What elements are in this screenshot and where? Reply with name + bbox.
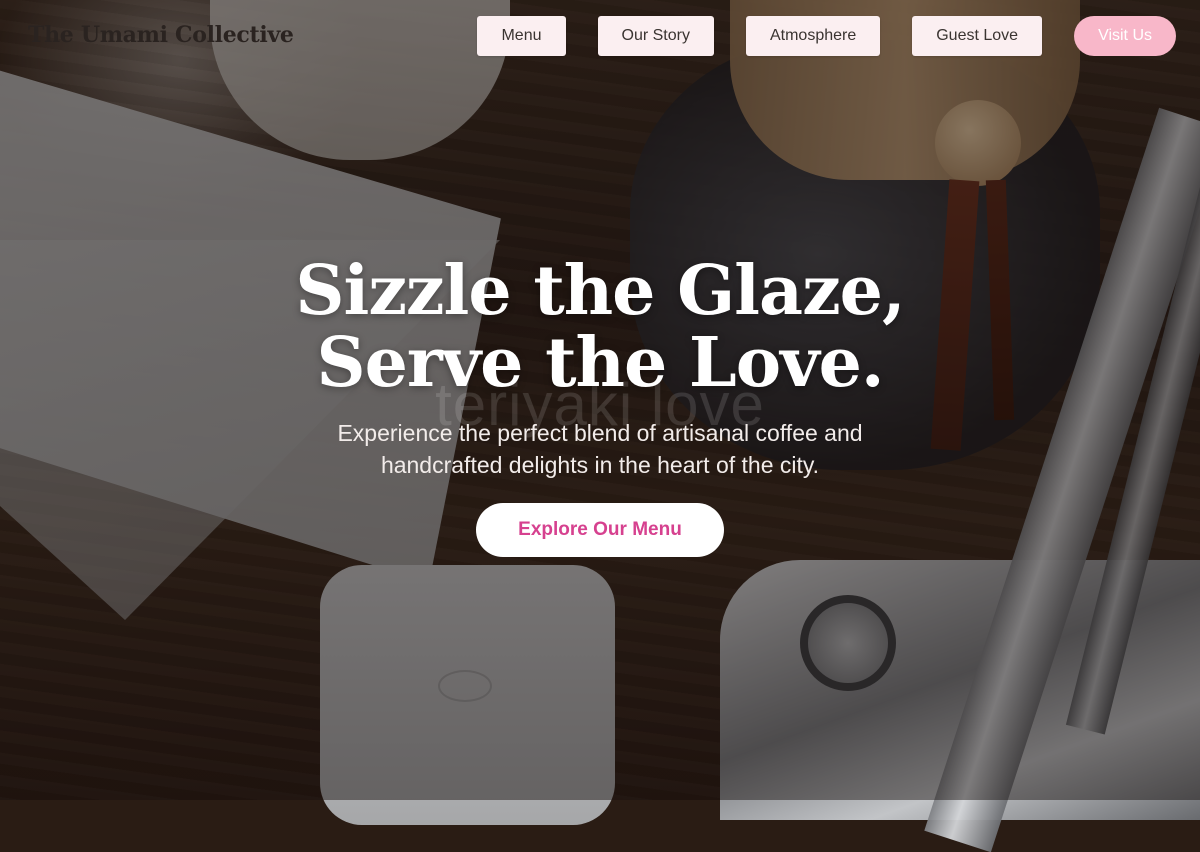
- nav-our-story-button[interactable]: Our Story: [597, 16, 714, 56]
- brand-logo[interactable]: The Umami Collective: [28, 22, 294, 48]
- explore-menu-button[interactable]: Explore Our Menu: [476, 503, 724, 557]
- site-header: The Umami Collective Menu Our Story Atmo…: [0, 0, 1200, 72]
- hero-title: Sizzle the Glaze, Serve the Love.: [0, 255, 1200, 399]
- nav-guest-love-button[interactable]: Guest Love: [912, 16, 1043, 56]
- visit-us-button[interactable]: Visit Us: [1074, 16, 1176, 56]
- hero-title-line-1: Sizzle the Glaze,: [295, 251, 905, 331]
- nav-menu-button[interactable]: Menu: [477, 16, 566, 56]
- hero-section: Sizzle the Glaze, Serve the Love. Experi…: [0, 255, 1200, 557]
- hero-title-line-2: Serve the Love.: [316, 323, 884, 403]
- nav-atmosphere-button[interactable]: Atmosphere: [745, 16, 881, 56]
- main-nav: Menu Our Story Atmosphere Guest Love Vis…: [477, 16, 1176, 56]
- hero-subtitle: Experience the perfect blend of artisana…: [337, 420, 863, 478]
